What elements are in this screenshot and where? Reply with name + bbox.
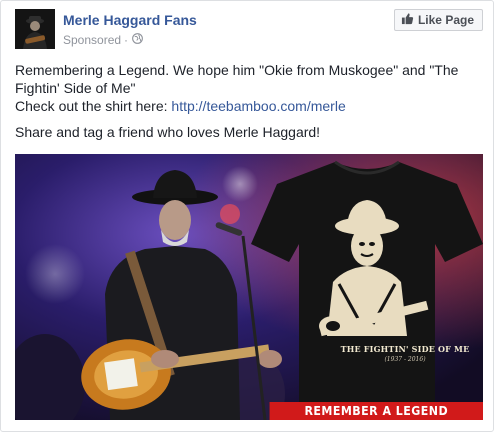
sponsored-label[interactable]: Sponsored xyxy=(63,33,121,47)
like-page-button[interactable]: Like Page xyxy=(393,9,483,31)
post-header: Merle Haggard Fans Sponsored · Like Page xyxy=(15,9,483,53)
post-text-line-2: Check out the shirt here: http://teebamb… xyxy=(15,97,479,115)
post-image[interactable]: THE FIGHTIN' SIDE OF ME (1937 - 2016) RE… xyxy=(15,154,483,420)
globe-icon xyxy=(132,33,143,47)
concert-shirt-image xyxy=(15,154,483,420)
post-text-share: Share and tag a friend who loves Merle H… xyxy=(15,124,321,140)
shirt-link[interactable]: http://teebamboo.com/merle xyxy=(171,98,345,114)
thumbs-up-icon xyxy=(401,12,414,28)
post-text-prefix: Check out the shirt here: xyxy=(15,98,172,114)
sponsored-post-card: Merle Haggard Fans Sponsored · Like Page… xyxy=(0,0,494,432)
sponsored-row: Sponsored · xyxy=(63,33,143,47)
remember-legend-banner: REMEMBER A LEGEND xyxy=(269,402,483,420)
post-text: Remembering a Legend. We hope him "Okie … xyxy=(15,61,479,141)
shirt-title: THE FIGHTIN' SIDE OF ME xyxy=(340,344,470,354)
page-avatar[interactable] xyxy=(15,9,55,49)
meta-separator: · xyxy=(124,33,129,47)
shirt-years: (1937 - 2016) xyxy=(384,356,426,363)
page-name-link[interactable]: Merle Haggard Fans xyxy=(63,12,197,28)
post-text-line-1: Remembering a Legend. We hope him "Okie … xyxy=(15,62,459,96)
like-page-label: Like Page xyxy=(417,13,474,27)
avatar-image xyxy=(15,9,55,49)
